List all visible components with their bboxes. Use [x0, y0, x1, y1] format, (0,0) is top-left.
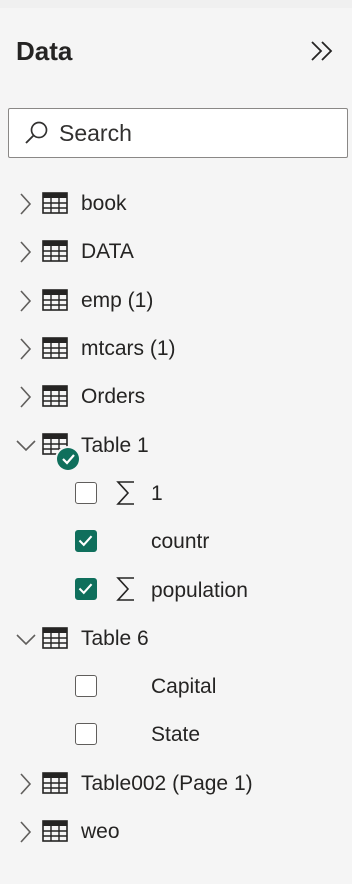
- field-name: State: [151, 723, 201, 747]
- chevron-right-icon[interactable]: [16, 192, 36, 216]
- field-checkbox[interactable]: [75, 674, 97, 697]
- search-icon: [25, 121, 48, 144]
- table-row[interactable]: Table 1: [0, 421, 352, 471]
- chevron-down-icon[interactable]: [16, 627, 36, 651]
- table-name: Table 6: [81, 626, 149, 650]
- field-checkbox[interactable]: [75, 530, 97, 553]
- table-name: book: [81, 192, 127, 216]
- table-row[interactable]: emp (1): [0, 277, 352, 325]
- chevron-right-icon[interactable]: [16, 240, 36, 264]
- table-row[interactable]: Orders: [0, 373, 352, 421]
- table-icon: [42, 240, 68, 263]
- table-name: Table002 (Page 1): [81, 771, 253, 795]
- chevron-right-icon[interactable]: [16, 772, 36, 796]
- search-input[interactable]: [59, 119, 309, 147]
- pane-header: Data: [16, 34, 338, 68]
- field-checkbox[interactable]: [75, 578, 97, 601]
- table-name: Table 1: [81, 433, 149, 457]
- field-name: Capital: [151, 675, 217, 699]
- table-name: Orders: [81, 385, 146, 409]
- table-name: mtcars (1): [81, 337, 176, 361]
- pane-title: Data: [16, 36, 73, 66]
- chevron-right-icon[interactable]: [16, 337, 36, 361]
- table-row[interactable]: book: [0, 180, 352, 228]
- table-icon: [42, 626, 68, 649]
- chevron-right-icon[interactable]: [16, 289, 36, 313]
- collapse-pane-button[interactable]: [306, 34, 338, 68]
- table-row[interactable]: mtcars (1): [0, 325, 352, 373]
- checkmark-icon: [78, 535, 93, 547]
- table-row[interactable]: DATA: [0, 228, 352, 276]
- field-name: 1: [151, 481, 163, 505]
- table-name: weo: [81, 820, 120, 843]
- field-list: book DATA emp (1) mtcars (1) Orders Table 11 c…: [0, 180, 352, 856]
- field-name: population: [151, 578, 248, 602]
- field-row[interactable]: 1: [0, 470, 352, 518]
- table-icon: [42, 337, 68, 359]
- data-pane: Data book DATA emp (1) mtcars (1) Orders Tabl…: [0, 8, 352, 884]
- double-chevron-right-icon: [311, 41, 333, 61]
- table-icon: [42, 771, 68, 794]
- table-icon: [42, 385, 68, 407]
- table-icon: [42, 288, 68, 311]
- sigma-icon: [116, 480, 134, 505]
- field-checkbox[interactable]: [75, 723, 97, 746]
- chevron-right-icon[interactable]: [16, 820, 36, 844]
- table-row[interactable]: Table002 (Page 1): [0, 760, 352, 808]
- search-box[interactable]: [8, 108, 348, 158]
- table-in-use-badge: [57, 448, 79, 471]
- field-row[interactable]: population: [0, 566, 352, 614]
- table-row[interactable]: weo: [0, 808, 352, 856]
- table-icon: [42, 820, 68, 842]
- chevron-down-icon[interactable]: [16, 433, 36, 457]
- field-name: countr: [151, 530, 210, 554]
- table-name: emp (1): [81, 288, 154, 312]
- checkmark-icon: [62, 454, 75, 466]
- sigma-icon: [116, 577, 134, 602]
- field-row[interactable]: Capital: [0, 663, 352, 711]
- table-name: DATA: [81, 240, 134, 264]
- field-checkbox[interactable]: [75, 481, 97, 504]
- table-icon: [42, 192, 68, 214]
- checkmark-icon: [78, 583, 93, 595]
- table-row[interactable]: Table 6: [0, 615, 352, 663]
- chevron-right-icon[interactable]: [16, 385, 36, 409]
- field-row[interactable]: State: [0, 711, 352, 759]
- field-row[interactable]: countr: [0, 518, 352, 566]
